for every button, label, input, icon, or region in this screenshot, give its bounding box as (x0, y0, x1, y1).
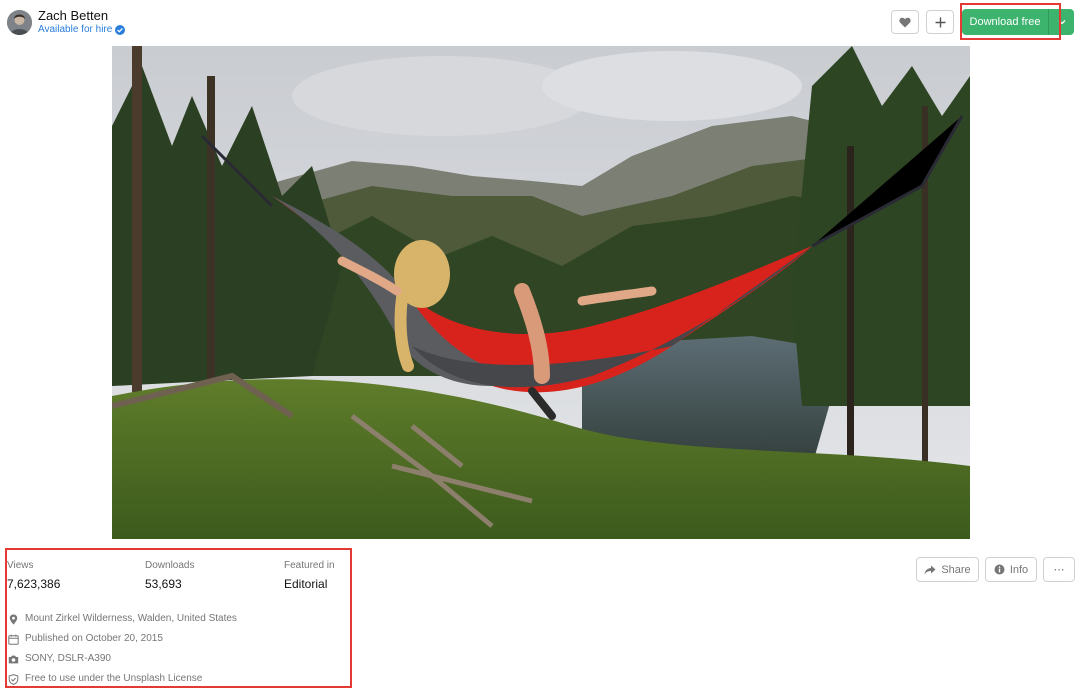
hire-status-label[interactable]: Available for hire (38, 24, 112, 36)
stat-downloads: Downloads 53,693 (145, 560, 194, 591)
photo-header: Zach Betten Available for hire Download … (0, 0, 1080, 45)
more-options-button[interactable]: ⋯ (1043, 557, 1075, 582)
featured-value[interactable]: Editorial (284, 577, 335, 591)
info-icon (994, 564, 1005, 575)
author-avatar[interactable] (7, 10, 32, 35)
stat-views: Views 7,623,386 (7, 560, 60, 591)
share-arrow-icon (924, 565, 936, 574)
location-text[interactable]: Mount Zirkel Wilderness, Walden, United … (25, 613, 237, 625)
hammock-photo[interactable] (112, 46, 970, 539)
camera-text: SONY, DSLR-A390 (25, 653, 111, 664)
author-name[interactable]: Zach Betten (38, 8, 108, 23)
stat-featured: Featured in Editorial (284, 560, 335, 591)
meta-location[interactable]: Mount Zirkel Wilderness, Walden, United … (8, 613, 237, 625)
heart-icon (899, 17, 911, 27)
info-label: Info (1009, 563, 1029, 576)
featured-label: Featured in (284, 560, 335, 571)
like-button[interactable] (891, 10, 919, 34)
add-to-collection-button[interactable] (926, 10, 954, 34)
plus-icon (935, 17, 945, 27)
info-button[interactable]: Info (985, 557, 1037, 582)
calendar-icon (8, 634, 19, 645)
location-pin-icon (9, 614, 18, 624)
verified-badge-icon (115, 25, 126, 35)
license-text[interactable]: Free to use under the Unsplash License (25, 673, 202, 685)
camera-icon (8, 655, 19, 663)
views-label: Views (7, 560, 34, 571)
avatar-icon (7, 10, 32, 35)
download-options-button[interactable] (1049, 9, 1074, 35)
published-text: Published on October 20, 2015 (25, 633, 163, 644)
meta-published: Published on October 20, 2015 (8, 633, 163, 645)
chevron-down-icon (1058, 20, 1065, 25)
photo-image (112, 46, 970, 539)
share-button[interactable]: Share (916, 557, 979, 582)
meta-license[interactable]: Free to use under the Unsplash License (8, 673, 202, 685)
views-value: 7,623,386 (7, 577, 61, 591)
download-free-button[interactable]: Download free (962, 9, 1048, 35)
meta-camera: SONY, DSLR-A390 (8, 653, 111, 665)
download-group: Download free (962, 9, 1074, 35)
downloads-value: 53,693 (145, 577, 182, 591)
shield-check-icon (8, 673, 19, 685)
share-label: Share (941, 563, 971, 576)
downloads-label: Downloads (145, 560, 195, 571)
photo-stats-panel: Views 7,623,386 Downloads 53,693 Feature… (5, 548, 351, 687)
more-options-icon: ⋯ (1053, 564, 1065, 576)
hire-status[interactable]: Available for hire (38, 24, 126, 36)
